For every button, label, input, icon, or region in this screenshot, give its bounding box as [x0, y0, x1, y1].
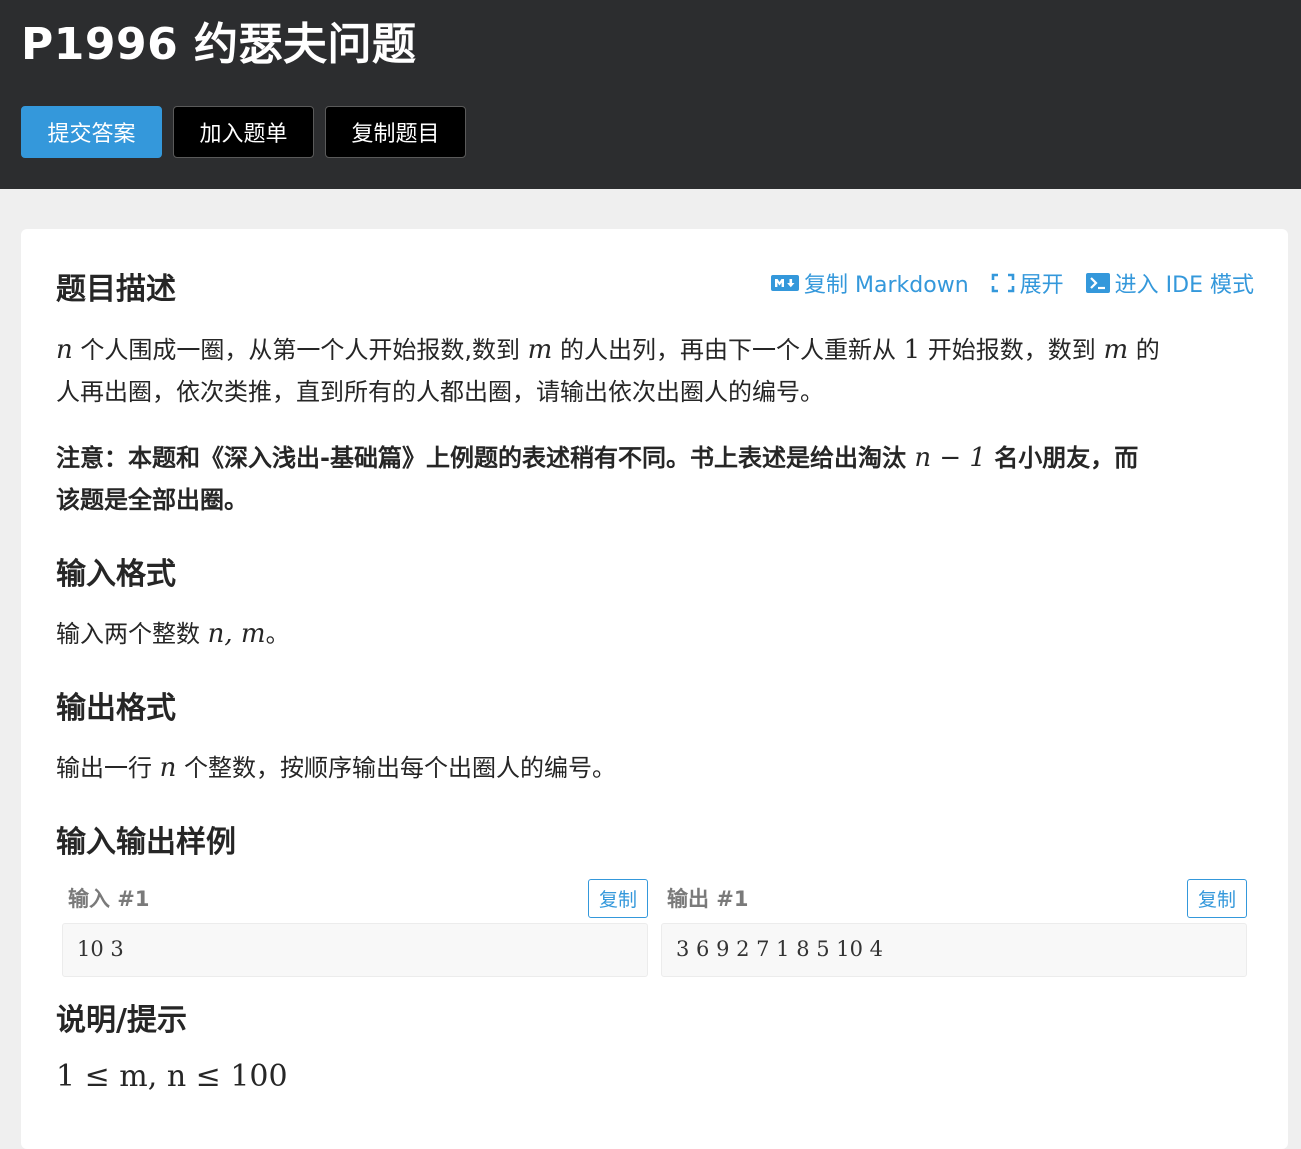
note-part: 该题是全部出圈。: [56, 486, 248, 514]
description-part: 人再出圈，依次类推，直到所有的人都出圈，请输出依次出圈人的编号。: [56, 378, 824, 406]
description-part: 个人围成一圈，从第一个人开始报数,数到: [80, 336, 521, 364]
sample-input: 输入 #1 复制 10 3: [62, 877, 648, 977]
sample-input-header: 输入 #1 复制: [62, 877, 648, 919]
input-format-text: 输入两个整数 n, m。: [56, 613, 1256, 655]
copy-input-button[interactable]: 复制: [587, 878, 648, 918]
description-part: 开始报数，数到: [927, 336, 1096, 364]
note-text: 注意：本题和《深入浅出-基础篇》上例题的表述稍有不同。书上表述是给出淘汰 n −…: [56, 437, 1256, 521]
add-to-list-button[interactable]: 加入题单: [173, 106, 314, 158]
problem-toolbar: 复制 Markdown 展开 进入 IDE 模式: [749, 267, 1254, 299]
ide-mode-label: 进入 IDE 模式: [1114, 273, 1254, 298]
description-part: 的: [1135, 336, 1160, 364]
copy-markdown-button[interactable]: 复制 Markdown: [771, 267, 969, 299]
copy-markdown-label: 复制 Markdown: [804, 273, 969, 298]
samples-heading: 输入输出样例: [56, 825, 236, 860]
description-heading: 题目描述: [56, 272, 176, 307]
output-format-heading: 输出格式: [56, 691, 176, 726]
sample-output-value[interactable]: 3 6 9 2 7 1 8 5 10 4: [661, 923, 1247, 977]
math-n-m: n, m: [207, 619, 266, 649]
input-format-period: 。: [265, 620, 290, 648]
problem-header: P1996 约瑟夫问题 提交答案 加入题单 复制题目: [0, 0, 1301, 189]
expand-label: 展开: [1019, 273, 1064, 298]
ide-mode-button[interactable]: 进入 IDE 模式: [1085, 267, 1254, 299]
page-title: P1996 约瑟夫问题: [21, 19, 417, 70]
note-part: 注意：本题和《深入浅出-基础篇》上例题的表述稍有不同。书上表述是给出淘汰: [56, 444, 906, 472]
math-n-minus-1: n − 1: [914, 443, 986, 473]
sample-input-label: 输入 #1: [68, 887, 150, 911]
action-buttons: 提交答案 加入题单 复制题目: [21, 106, 477, 158]
copy-problem-button[interactable]: 复制题目: [325, 106, 466, 158]
math-n: n: [159, 753, 177, 783]
output-format-part: 输出一行: [56, 754, 152, 782]
hint-heading: 说明/提示: [56, 1003, 187, 1038]
math-m: m: [1103, 335, 1129, 365]
sample-output: 输出 #1 复制 3 6 9 2 7 1 8 5 10 4: [661, 877, 1247, 977]
math-one: 1: [903, 335, 921, 365]
terminal-icon: [1085, 273, 1110, 293]
expand-button[interactable]: 展开: [991, 267, 1064, 299]
output-format-part: 个整数，按顺序输出每个出圈人的编号。: [184, 754, 617, 782]
input-format-heading: 输入格式: [56, 557, 176, 592]
problem-card: 复制 Markdown 展开 进入 IDE 模式 题目描述 n 个人围成一圈，从…: [21, 229, 1288, 1149]
submit-answer-button[interactable]: 提交答案: [21, 106, 162, 158]
copy-output-button[interactable]: 复制: [1186, 878, 1247, 918]
sample-input-value[interactable]: 10 3: [62, 923, 648, 977]
constraint-text: 1 ≤ m, n ≤ 100: [56, 1059, 288, 1094]
sample-output-label: 输出 #1: [667, 887, 749, 911]
math-m: m: [527, 335, 553, 365]
output-format-text: 输出一行 n 个整数，按顺序输出每个出圈人的编号。: [56, 747, 1256, 789]
note-part: 名小朋友，而: [994, 444, 1139, 472]
description-text: n 个人围成一圈，从第一个人开始报数,数到 m 的人出列，再由下一个人重新从 1…: [56, 329, 1256, 413]
sample-output-header: 输出 #1 复制: [661, 877, 1247, 919]
math-n: n: [56, 335, 73, 365]
description-part: 的人出列，再由下一个人重新从: [559, 336, 896, 364]
markdown-icon: [771, 275, 800, 291]
expand-icon: [991, 273, 1014, 293]
input-format-part: 输入两个整数: [56, 620, 200, 648]
